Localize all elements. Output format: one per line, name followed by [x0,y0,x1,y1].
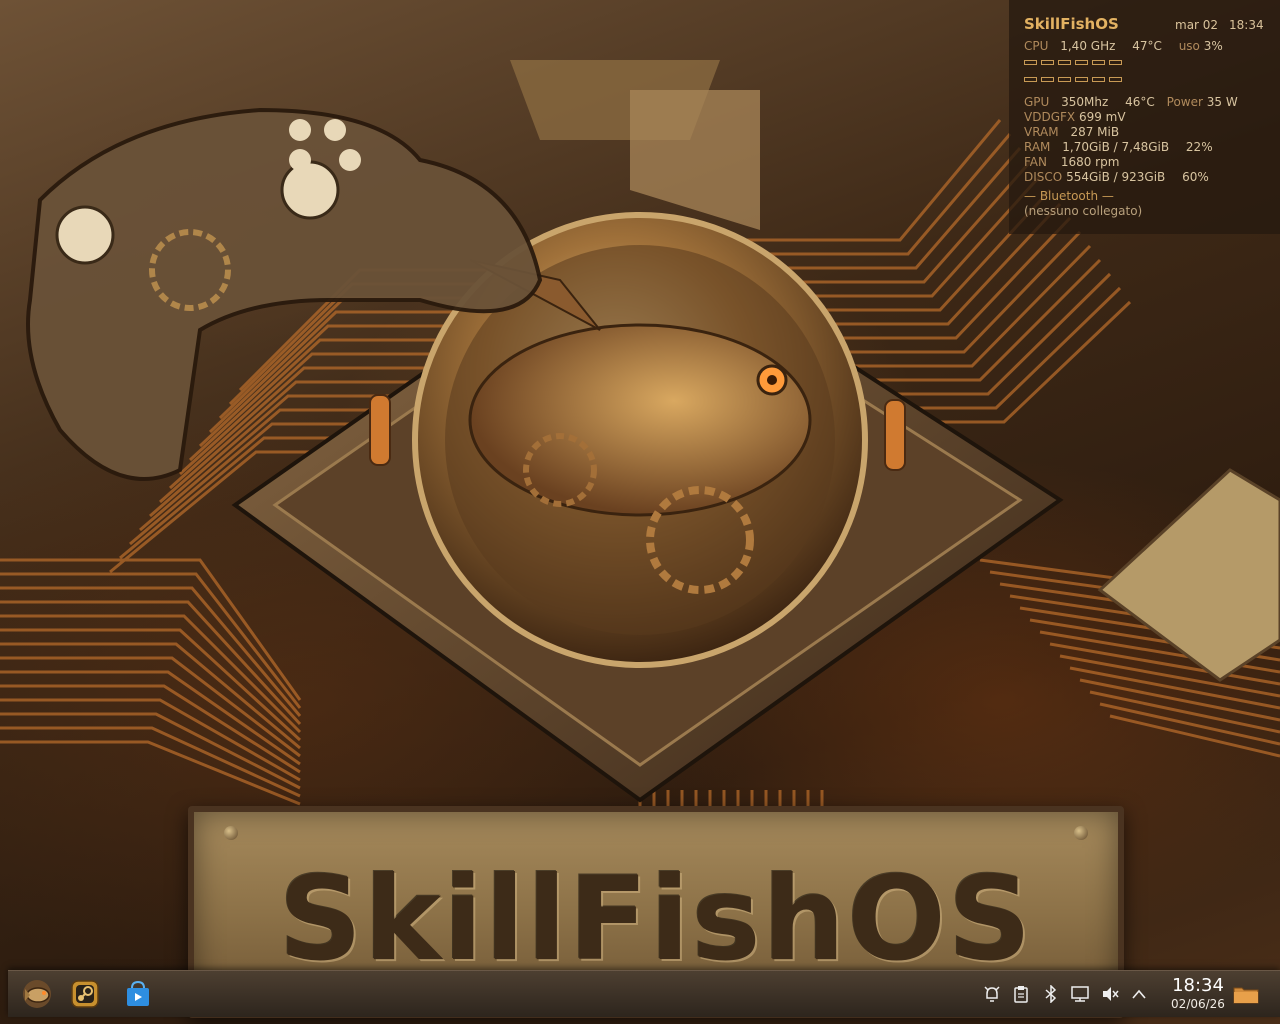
cpu-core-bar [1058,77,1071,82]
alarm-bell-icon [984,986,1000,1002]
chevron-up-icon [1132,989,1146,999]
folder-icon [1233,987,1259,1004]
alarm-button[interactable] [982,984,1002,1004]
vram-label: VRAM [1024,125,1059,139]
cpu-core-bar [1041,77,1054,82]
clipboard-icon [1014,986,1028,1003]
tray-expand-button[interactable] [1129,984,1149,1004]
fan-label: FAN [1024,155,1047,169]
gpu-power-label: Power [1166,95,1203,109]
cpu-usage: 3% [1203,39,1223,53]
cpu-core-bar [1024,60,1037,65]
brand-plaque-text: SkillFishOS [278,852,1034,987]
circuit-trace [1099,702,1280,746]
steam-taskbar-button[interactable] [69,978,101,1010]
vddgfx-value: 699 mV [1078,110,1126,124]
plaque-rivet [224,826,238,840]
taskbar: 18:34 02/06/26 [8,970,1280,1017]
cpu-core-bar [1075,77,1088,82]
clock-time: 18:34 [1172,975,1224,996]
bluetooth-status: (nessuno collegato) [1024,204,1143,218]
clock-date: 02/06/26 [1171,997,1225,1011]
cpu-label: CPU [1024,39,1049,53]
bluetooth-header: — Bluetooth — [1024,189,1114,203]
cpu-usage-label: uso [1178,39,1200,53]
ram-row: RAM 1,70GiB / 7,48GiB 22% [1024,140,1213,154]
circuit-trace [1069,666,1280,710]
ram-value: 1,70GiB / 7,48GiB [1062,140,1170,154]
gpu-row: GPU 350Mhz 46°C Power 35 W [1024,95,1238,109]
gpu-label: GPU [1024,95,1050,109]
cpu-core-bar [1109,77,1122,82]
store-taskbar-button[interactable] [122,978,154,1010]
monitor-time: 18:34 [1229,18,1264,32]
circuit-trace [1109,714,1280,758]
bluetooth-button[interactable] [1041,984,1061,1004]
fish-launcher-icon [23,980,51,1008]
system-monitor-widget: SkillFishOS mar 02 18:34 CPU 1,40 GHz 47… [1009,0,1280,234]
disk-row: DISCO 554GiB / 923GiB 60% [1024,170,1209,184]
disk-label: DISCO [1024,170,1063,184]
application-launcher-button[interactable] [21,978,53,1010]
vddgfx-label: VDDGFX [1024,110,1076,124]
vddgfx-row: VDDGFX 699 mV [1024,110,1126,124]
cpu-core-bar [1024,77,1037,82]
cpu-core-bar [1092,77,1105,82]
circuit-trace [1089,690,1280,734]
bluetooth-icon [1045,985,1057,1003]
fan-value: 1680 rpm [1060,155,1120,169]
circuit-trace [1079,678,1280,722]
network-button[interactable] [1070,984,1090,1004]
store-bag-icon [127,980,149,1006]
volume-button[interactable] [1100,984,1120,1004]
cpu-core-bars-bottom [1024,77,1122,82]
plaque-rivet [1074,826,1088,840]
gpu-frequency: 350Mhz [1061,95,1109,109]
vram-value: 287 MiB [1070,125,1120,139]
show-desktop-button[interactable] [1232,978,1260,1010]
ram-percent: 22% [1185,140,1213,154]
monitor-title: SkillFishOS [1024,15,1119,33]
cpu-core-bar [1075,60,1088,65]
disk-value: 554GiB / 923GiB [1066,170,1166,184]
cpu-temperature: 47°C [1132,39,1162,53]
cpu-frequency: 1,40 GHz [1060,39,1116,53]
network-icon [1071,986,1089,1002]
cpu-core-bar [1058,60,1071,65]
steam-app-icon [71,980,99,1008]
clipboard-button[interactable] [1011,984,1031,1004]
disk-percent: 60% [1182,170,1209,184]
fan-row: FAN 1680 rpm [1024,155,1119,169]
cpu-core-bar [1109,60,1122,65]
monitor-date: mar 02 [1175,18,1219,32]
circuit-trace [0,740,301,806]
vram-row: VRAM 287 MiB [1024,125,1119,139]
cpu-core-bars-top [1024,60,1122,65]
ram-label: RAM [1024,140,1051,154]
cpu-core-bar [1041,60,1054,65]
gpu-temperature: 46°C [1125,95,1155,109]
volume-muted-icon [1103,987,1119,1001]
gpu-power: 35 W [1206,95,1238,109]
cpu-core-bar [1092,60,1105,65]
cpu-row: CPU 1,40 GHz 47°C uso 3% [1024,39,1223,53]
